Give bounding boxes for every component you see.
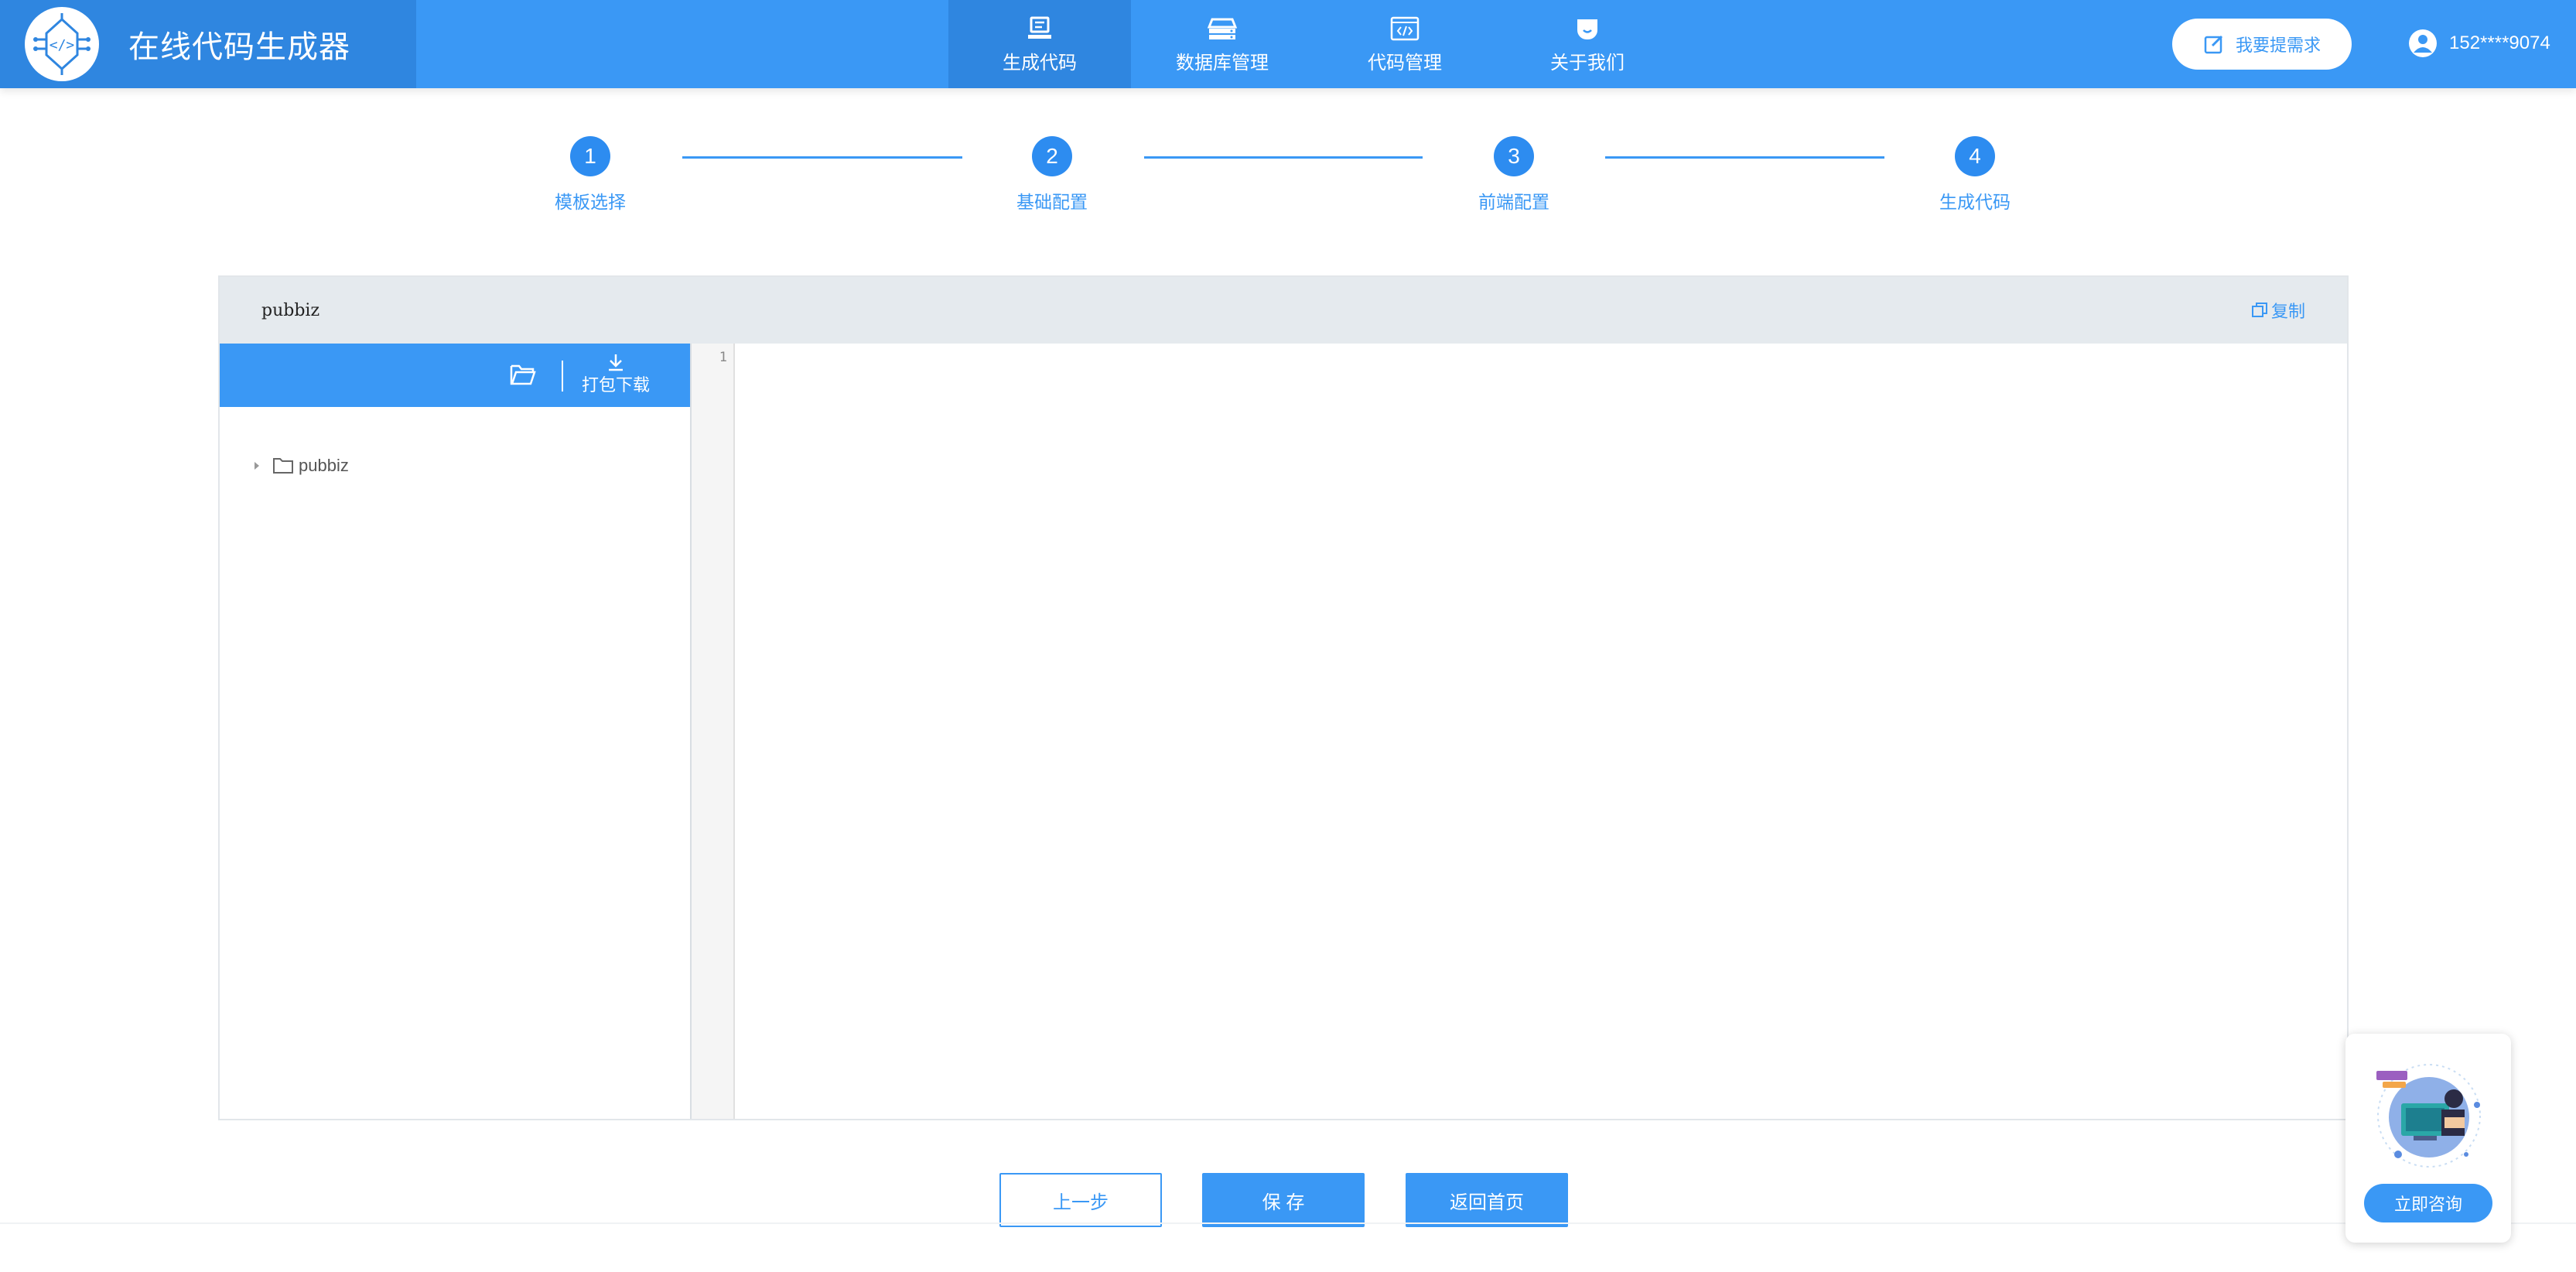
nav-label: 关于我们 bbox=[1550, 52, 1625, 74]
back-home-button[interactable]: 返回首页 bbox=[1406, 1173, 1568, 1227]
user-menu[interactable]: 152****9074 bbox=[2407, 25, 2550, 62]
download-icon bbox=[609, 354, 623, 371]
step-number: 4 bbox=[1955, 136, 1995, 176]
consult-now-button[interactable]: 立即咨询 bbox=[2364, 1184, 2492, 1222]
code-window-icon bbox=[1389, 15, 1420, 43]
step-label: 生成代码 bbox=[1939, 192, 2011, 212]
save-button[interactable]: 保 存 bbox=[1202, 1173, 1365, 1227]
step-label: 前端配置 bbox=[1478, 192, 1549, 212]
tree-node[interactable]: pubbiz bbox=[251, 450, 690, 481]
chat-bubble-icon bbox=[1572, 15, 1603, 43]
step-connector bbox=[682, 156, 962, 159]
page-bottom-divider bbox=[0, 1222, 2576, 1224]
step-connector bbox=[1605, 156, 1884, 159]
nav-code-management[interactable]: 代码管理 bbox=[1314, 0, 1496, 88]
folder-icon bbox=[273, 458, 293, 474]
submit-request-button[interactable]: 我要提需求 bbox=[2172, 19, 2352, 70]
panel-title: pubbiz bbox=[261, 300, 320, 320]
step-number: 1 bbox=[570, 136, 610, 176]
app-title: 在线代码生成器 bbox=[128, 29, 350, 65]
nav-label: 代码管理 bbox=[1368, 52, 1442, 74]
step-frontend-config[interactable]: 3 前端配置 bbox=[1437, 136, 1591, 214]
file-tree: pubbiz bbox=[220, 407, 690, 481]
monitor-icon bbox=[1024, 15, 1055, 43]
tree-toolbar: 打包下载 bbox=[220, 344, 690, 407]
step-generate-code[interactable]: 4 生成代码 bbox=[1898, 136, 2052, 214]
action-buttons: 上一步 保 存 返回首页 bbox=[0, 1173, 2576, 1227]
step-label: 基础配置 bbox=[1016, 192, 1088, 212]
folder-open-icon bbox=[510, 364, 536, 385]
progress-steps: 1 模板选择 2 基础配置 3 前端配置 4 生成代码 bbox=[0, 88, 2576, 243]
caret-right-icon[interactable] bbox=[251, 460, 263, 472]
svg-text:</>: </> bbox=[50, 37, 75, 53]
step-number: 3 bbox=[1494, 136, 1534, 176]
brand[interactable]: </> 在线代码生成器 bbox=[0, 0, 416, 88]
code-editor[interactable]: 1 bbox=[692, 344, 2347, 1119]
support-agent-illustration bbox=[2376, 1064, 2481, 1168]
edit-icon bbox=[2204, 35, 2223, 54]
previous-step-button[interactable]: 上一步 bbox=[999, 1173, 1162, 1227]
tree-node-label: pubbiz bbox=[299, 456, 349, 475]
copy-button[interactable]: 复制 bbox=[2251, 298, 2305, 323]
consult-widget[interactable]: 立即咨询 bbox=[2345, 1034, 2511, 1243]
step-basic-config[interactable]: 2 基础配置 bbox=[975, 136, 1129, 214]
logo: </> bbox=[25, 7, 99, 81]
nav-about-us[interactable]: 关于我们 bbox=[1496, 0, 1679, 88]
toolbar-divider bbox=[562, 361, 563, 392]
line-number: 1 bbox=[719, 350, 727, 365]
code-panel: pubbiz 复制 打包下载 pubbiz 1 bbox=[218, 275, 2349, 1120]
circuit-logo-icon: </> bbox=[31, 13, 93, 75]
step-label: 模板选择 bbox=[555, 192, 626, 212]
nav-generate-code[interactable]: 生成代码 bbox=[948, 0, 1131, 88]
nav-label: 数据库管理 bbox=[1176, 52, 1269, 74]
open-folder-button[interactable] bbox=[507, 359, 538, 390]
main-nav: 生成代码 数据库管理 代码管理 关于我们 bbox=[948, 0, 1679, 88]
download-label: 打包下载 bbox=[581, 375, 650, 395]
nav-database-management[interactable]: 数据库管理 bbox=[1131, 0, 1314, 88]
user-phone: 152****9074 bbox=[2449, 32, 2550, 53]
package-download-button[interactable]: 打包下载 bbox=[577, 353, 654, 396]
nav-label: 生成代码 bbox=[1003, 52, 1077, 74]
step-connector bbox=[1144, 156, 1423, 159]
top-navbar: </> 在线代码生成器 生成代码 数据库管理 代码管理 关于我们 我要提需求 1… bbox=[0, 0, 2576, 88]
step-template-select[interactable]: 1 模板选择 bbox=[513, 136, 668, 214]
database-icon bbox=[1207, 15, 1238, 43]
panel-header: pubbiz 复制 bbox=[220, 277, 2347, 344]
line-number-gutter: 1 bbox=[692, 344, 735, 1119]
submit-request-label: 我要提需求 bbox=[2235, 36, 2321, 55]
step-number: 2 bbox=[1032, 136, 1072, 176]
copy-icon bbox=[2251, 303, 2267, 317]
file-tree-pane: 打包下载 pubbiz bbox=[220, 344, 692, 1119]
copy-label: 复制 bbox=[2270, 302, 2305, 321]
user-avatar-icon bbox=[2409, 29, 2437, 57]
